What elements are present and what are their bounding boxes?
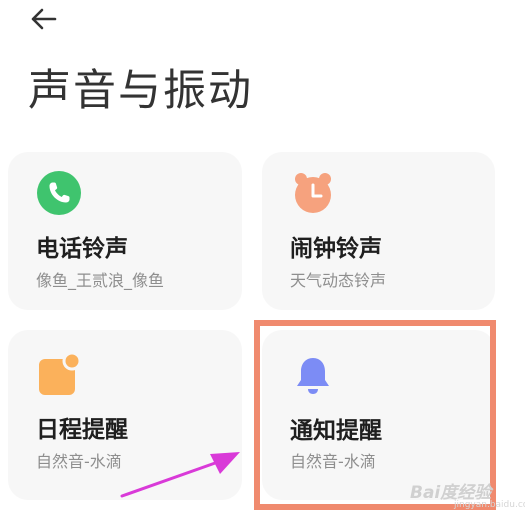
- ringtone-card[interactable]: 电话铃声 像鱼_王贰浪_像鱼: [8, 152, 242, 310]
- bell-icon: [297, 358, 329, 394]
- alarm-card[interactable]: 闹钟铃声 天气动态铃声: [262, 152, 495, 310]
- card-title: 电话铃声: [36, 236, 128, 262]
- schedule-card[interactable]: 日程提醒 自然音-水滴: [8, 330, 242, 500]
- card-title: 通知提醒: [290, 418, 382, 444]
- card-subtitle: 天气动态铃声: [290, 271, 387, 290]
- watermark-url: jingyan.baidu.com: [454, 500, 525, 510]
- card-title: 闹钟铃声: [290, 236, 382, 262]
- card-subtitle: 自然音-水滴: [36, 452, 122, 471]
- calendar-icon: [39, 352, 82, 395]
- back-button[interactable]: [28, 2, 68, 36]
- notification-card[interactable]: 通知提醒 自然音-水滴: [262, 330, 495, 500]
- arrow-left-icon: [31, 8, 57, 30]
- card-subtitle: 像鱼_王贰浪_像鱼: [36, 271, 165, 290]
- card-subtitle: 自然音-水滴: [290, 452, 376, 471]
- page-title: 声音与振动: [28, 66, 253, 116]
- phone-icon: [37, 171, 81, 215]
- card-title: 日程提醒: [36, 417, 128, 443]
- alarm-clock-icon: [295, 173, 331, 213]
